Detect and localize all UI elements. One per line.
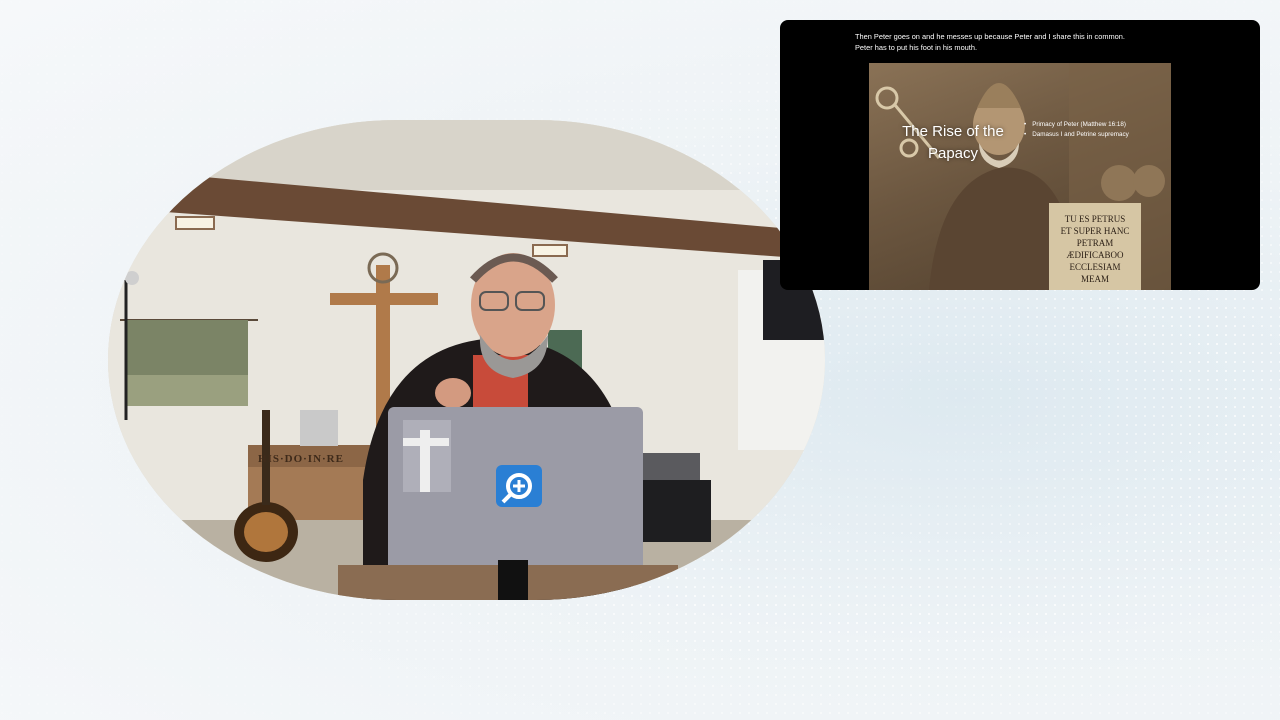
slide-bullets: Primacy of Peter (Matthew 16:18) Damasus… — [1024, 120, 1129, 140]
caption-line-1: Then Peter goes on and he messes up beca… — [855, 32, 1125, 41]
scroll-line: PETRAM — [1076, 238, 1114, 248]
scroll-line: TU ES PETRUS — [1064, 214, 1126, 224]
slide-panel: Then Peter goes on and he messes up beca… — [780, 20, 1260, 290]
caption-line-2: Peter has to put his foot in his mouth. — [855, 43, 978, 52]
slide-title-line-2: Papacy — [927, 145, 979, 162]
scroll-line: ET SUPER HANC — [1060, 226, 1130, 236]
scroll-line: MEAM — [1080, 274, 1109, 284]
slide-title: The Rise of the Papacy — [893, 121, 1013, 165]
slide-image: The Rise of the Papacy Primacy of Peter … — [869, 63, 1171, 290]
scroll-inscription: TU ES PETRUS ET SUPER HANC PETRAM ÆDIFIC… — [1050, 213, 1140, 285]
video-scene — [108, 120, 825, 600]
scroll-line: ECCLESIAM — [1069, 262, 1121, 272]
slide-bullet: Damasus I and Petrine supremacy — [1024, 130, 1129, 140]
slide-title-line-1: The Rise of the — [902, 123, 1004, 140]
slide-bullet: Primacy of Peter (Matthew 16:18) — [1024, 120, 1129, 130]
slide-caption: Then Peter goes on and he messes up beca… — [855, 31, 1175, 53]
scroll-line: ÆDIFICABOO — [1066, 250, 1124, 260]
altar-banner-text: HIS·DO·IN·RE — [258, 453, 344, 465]
speaker-video: HIS·DO·IN·RE — [108, 120, 825, 600]
